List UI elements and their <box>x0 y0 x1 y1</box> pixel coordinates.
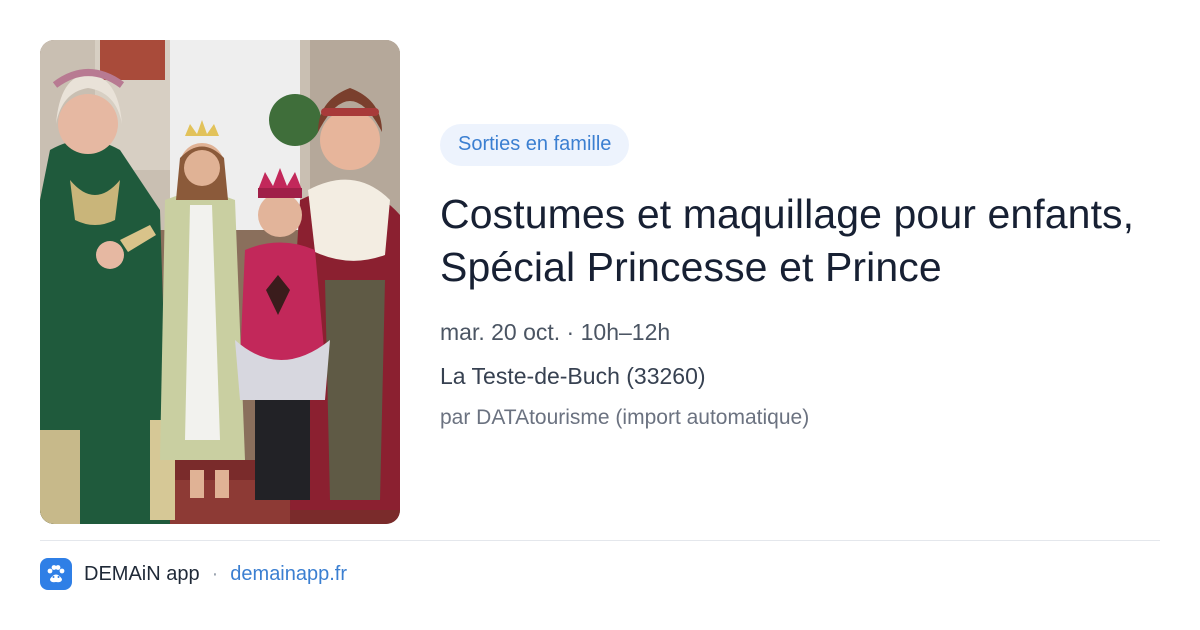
event-photo <box>40 40 400 524</box>
footer-divider <box>40 540 1160 541</box>
footer-separator: · <box>211 562 219 585</box>
event-datetime: mar. 20 oct. · 10h–12h <box>440 319 671 345</box>
event-location: La Teste-de-Buch (33260) <box>440 363 706 389</box>
event-source: par DATAtourisme (import automatique) <box>440 406 810 429</box>
footer: DEMAiN app · demainapp.fr <box>40 557 347 591</box>
app-website-link[interactable]: demainapp.fr <box>230 563 347 586</box>
event-photo-illustration <box>40 40 400 524</box>
app-name: DEMAiN app <box>84 562 200 585</box>
category-tag[interactable]: Sorties en famille <box>440 124 630 166</box>
paw-icon <box>40 558 72 590</box>
event-details: Sorties en famille Costumes et maquillag… <box>440 124 1180 430</box>
event-title[interactable]: Costumes et maquillage pour enfants, Spé… <box>440 188 1180 294</box>
